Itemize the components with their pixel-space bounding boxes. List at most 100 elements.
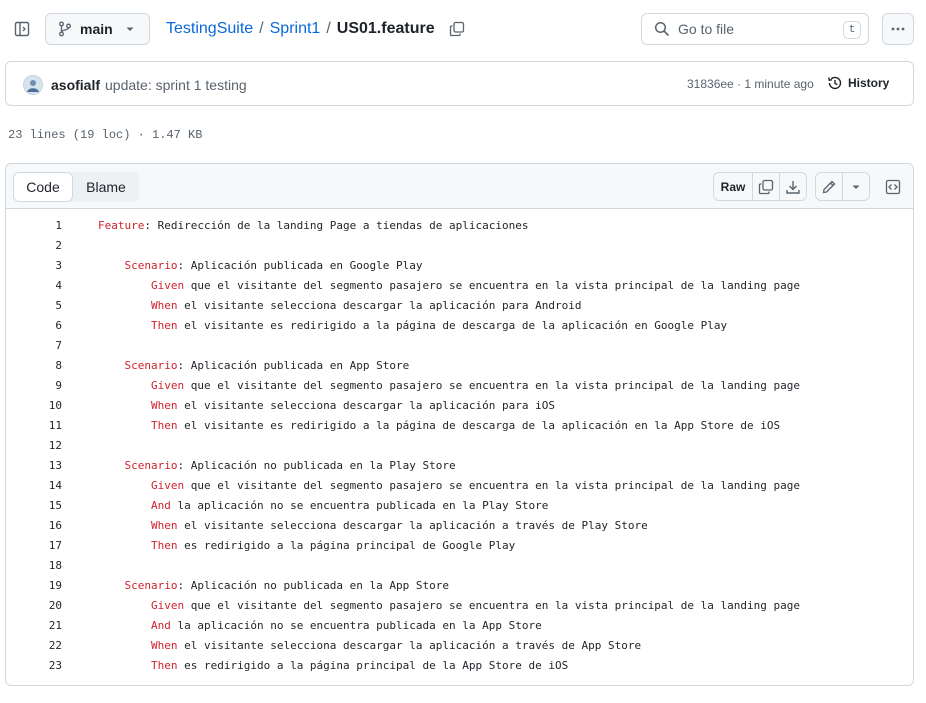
commit-meta[interactable]: 31836ee · 1 minute ago bbox=[687, 77, 814, 91]
tab-code[interactable]: Code bbox=[13, 172, 73, 202]
line-number[interactable]: 22 bbox=[6, 636, 62, 656]
code-line: 16 When el visitante selecciona descarga… bbox=[6, 516, 913, 536]
line-number[interactable]: 17 bbox=[6, 536, 62, 556]
line-number[interactable]: 23 bbox=[6, 656, 62, 676]
chevron-down-icon bbox=[851, 182, 861, 192]
line-number[interactable]: 2 bbox=[6, 236, 62, 256]
line-number[interactable]: 9 bbox=[6, 376, 62, 396]
code-line: 18 bbox=[6, 556, 913, 576]
line-number[interactable]: 14 bbox=[6, 476, 62, 496]
line-text: : Aplicación no publicada en la App Stor… bbox=[177, 579, 450, 592]
code-line: 15 And la aplicación no se encuentra pub… bbox=[6, 496, 913, 516]
line-content: Then es redirigido a la página principal… bbox=[98, 656, 568, 676]
line-number[interactable]: 13 bbox=[6, 456, 62, 476]
code-line: 7 bbox=[6, 336, 913, 356]
line-content: Then es redirigido a la página principal… bbox=[98, 536, 515, 556]
avatar[interactable] bbox=[23, 75, 43, 95]
line-text: : Aplicación no publicada en la Play Sto… bbox=[177, 459, 456, 472]
git-branch-icon bbox=[58, 21, 72, 37]
line-content: Feature: Redirección de la landing Page … bbox=[98, 216, 528, 236]
line-number[interactable]: 5 bbox=[6, 296, 62, 316]
go-to-file-search[interactable]: Go to file t bbox=[641, 13, 869, 45]
raw-button[interactable]: Raw bbox=[713, 172, 753, 201]
line-number[interactable]: 7 bbox=[6, 336, 62, 356]
line-content: And la aplicación no se encuentra public… bbox=[98, 496, 548, 516]
edit-options-dropdown[interactable] bbox=[842, 172, 870, 201]
code-line: 6 Then el visitante es redirigido a la p… bbox=[6, 316, 913, 336]
line-text: : Aplicación publicada en Google Play bbox=[177, 259, 423, 272]
line-number[interactable]: 1 bbox=[6, 216, 62, 236]
code-line: 1 Feature: Redirección de la landing Page… bbox=[6, 216, 913, 236]
line-number[interactable]: 21 bbox=[6, 616, 62, 636]
gherkin-keyword: When bbox=[150, 639, 178, 652]
history-button[interactable]: History bbox=[827, 75, 889, 91]
sidebar-toggle-icon bbox=[14, 21, 30, 37]
commit-author[interactable]: asofialf bbox=[51, 77, 100, 93]
line-text: el visitante selecciona descargar la apl… bbox=[177, 399, 555, 412]
symbols-panel-button[interactable] bbox=[879, 172, 907, 201]
chevron-down-icon bbox=[125, 24, 135, 34]
gherkin-keyword: Feature bbox=[98, 219, 145, 232]
code-lines: 1 Feature: Redirección de la landing Page… bbox=[6, 216, 913, 676]
code-line: 8 Scenario: Aplicación publicada en App … bbox=[6, 356, 913, 376]
line-content: When el visitante selecciona descargar l… bbox=[98, 516, 648, 536]
latest-commit-box: asofialf update: sprint 1 testing 31836e… bbox=[5, 61, 914, 106]
code-line: 5 When el visitante selecciona descargar… bbox=[6, 296, 913, 316]
line-number[interactable]: 3 bbox=[6, 256, 62, 276]
code-viewer: Code Blame Raw 1 Feature: Redirección de… bbox=[5, 163, 914, 686]
copy-raw-button[interactable] bbox=[752, 172, 780, 201]
download-button[interactable] bbox=[779, 172, 807, 201]
code-line: 10 When el visitante selecciona descarga… bbox=[6, 396, 913, 416]
line-number[interactable]: 12 bbox=[6, 436, 62, 456]
gherkin-keyword: Then bbox=[150, 319, 178, 332]
line-text: la aplicación no se encuentra publicada … bbox=[170, 619, 542, 632]
more-options-button[interactable] bbox=[882, 13, 914, 45]
code-line: 22 When el visitante selecciona descarga… bbox=[6, 636, 913, 656]
branch-name: main bbox=[80, 21, 113, 37]
code-line: 20 Given que el visitante del segmento p… bbox=[6, 596, 913, 616]
gherkin-keyword: Scenario bbox=[124, 459, 178, 472]
copy-path-button[interactable] bbox=[447, 19, 467, 39]
line-number[interactable]: 18 bbox=[6, 556, 62, 576]
view-toggle: Code Blame bbox=[13, 172, 139, 202]
line-text: es redirigido a la página principal de G… bbox=[177, 539, 516, 552]
line-content: And la aplicación no se encuentra public… bbox=[98, 616, 542, 636]
line-content: Given que el visitante del segmento pasa… bbox=[98, 376, 800, 396]
line-number[interactable]: 10 bbox=[6, 396, 62, 416]
line-text: : Aplicación publicada en App Store bbox=[177, 359, 410, 372]
line-content: Given que el visitante del segmento pasa… bbox=[98, 476, 800, 496]
line-number[interactable]: 15 bbox=[6, 496, 62, 516]
line-content: When el visitante selecciona descargar l… bbox=[98, 636, 641, 656]
line-number[interactable]: 20 bbox=[6, 596, 62, 616]
line-number[interactable]: 6 bbox=[6, 316, 62, 336]
line-number[interactable]: 19 bbox=[6, 576, 62, 596]
tab-blame[interactable]: Blame bbox=[73, 172, 139, 202]
breadcrumb-folder-link[interactable]: Sprint1 bbox=[270, 20, 321, 38]
line-number[interactable]: 4 bbox=[6, 276, 62, 296]
breadcrumb-repo-link[interactable]: TestingSuite bbox=[166, 20, 253, 38]
code-line: 12 bbox=[6, 436, 913, 456]
commit-message[interactable]: update: sprint 1 testing bbox=[105, 77, 247, 93]
line-number[interactable]: 8 bbox=[6, 356, 62, 376]
line-number[interactable]: 11 bbox=[6, 416, 62, 436]
code-line: 3 Scenario: Aplicación publicada en Goog… bbox=[6, 256, 913, 276]
gherkin-keyword: When bbox=[150, 399, 178, 412]
line-text: el visitante selecciona descargar la apl… bbox=[177, 519, 648, 532]
sidebar-toggle-button[interactable] bbox=[8, 14, 36, 44]
copy-icon bbox=[449, 21, 465, 37]
line-number[interactable]: 16 bbox=[6, 516, 62, 536]
edit-file-button[interactable] bbox=[815, 172, 843, 201]
gherkin-keyword: And bbox=[150, 499, 171, 512]
gherkin-keyword: When bbox=[150, 519, 178, 532]
branch-selector-button[interactable]: main bbox=[45, 13, 150, 45]
